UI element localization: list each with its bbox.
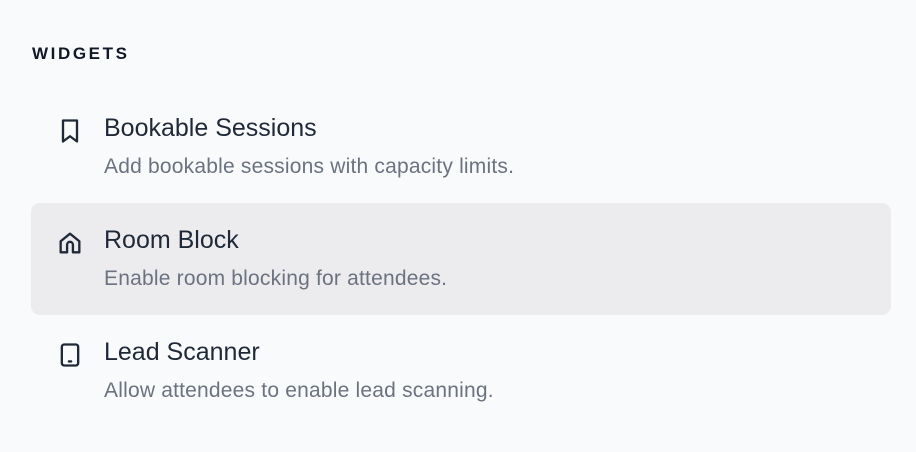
widget-title: Lead Scanner	[104, 338, 260, 366]
tablet-icon	[55, 340, 85, 370]
bookmark-icon	[55, 116, 85, 146]
widget-title: Room Block	[104, 226, 239, 254]
section-title: WIDGETS	[32, 44, 130, 63]
home-icon	[55, 228, 85, 258]
widget-item-room-block[interactable]: Room Block Enable room blocking for atte…	[31, 203, 891, 315]
widget-description: Enable room blocking for attendees.	[104, 267, 448, 290]
widgets-panel: WIDGETS Bookable Sessions Add bookable s…	[0, 0, 916, 452]
widget-item-bookable-sessions[interactable]: Bookable Sessions Add bookable sessions …	[31, 91, 891, 203]
widget-title: Bookable Sessions	[104, 114, 317, 142]
widget-item-lead-scanner[interactable]: Lead Scanner Allow attendees to enable l…	[31, 315, 891, 427]
widget-description: Allow attendees to enable lead scanning.	[104, 379, 494, 402]
widget-list: Bookable Sessions Add bookable sessions …	[31, 91, 891, 427]
widget-description: Add bookable sessions with capacity limi…	[104, 155, 515, 178]
